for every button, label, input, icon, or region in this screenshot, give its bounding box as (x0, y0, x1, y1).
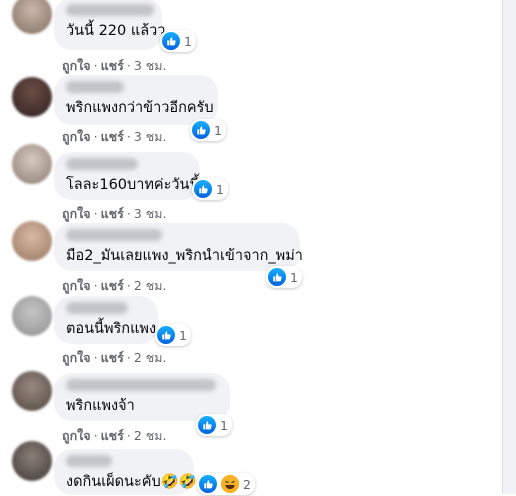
timestamp[interactable]: 2 ชม. (134, 350, 167, 365)
comment-bubble: โลละ160บาทค่ะวันนี้ (54, 152, 200, 200)
reaction-summary[interactable]: 1 (192, 178, 228, 200)
reaction-summary[interactable]: 1 (190, 119, 226, 141)
comment-text: งดกินเผ็ดนะคับ🤣🤣 (66, 474, 197, 490)
share-link[interactable]: แชร์ (101, 206, 124, 221)
comment-text: โลละ160บาทค่ะวันนี้ (66, 177, 200, 193)
timestamp[interactable]: 2 ชม. (134, 428, 167, 443)
comment-text: พริกแพงกว่าข้าวอีกครับ (66, 100, 214, 116)
reaction-count: 1 (220, 417, 228, 433)
like-icon (162, 32, 180, 50)
like-link[interactable]: ถูกใจ (62, 206, 91, 221)
reaction-summary[interactable]: 1 (266, 266, 302, 288)
comment-bubble: มือ2_มันเลยแพง_พริกนำเข้าจาก_พม่า (54, 223, 303, 271)
comment-actions: ถูกใจ · แชร์ · 2 ชม. (62, 278, 167, 293)
reaction-count: 1 (184, 33, 192, 49)
like-link[interactable]: ถูกใจ (62, 350, 91, 365)
share-link[interactable]: แชร์ (101, 58, 124, 73)
commenter-name-blurred[interactable] (66, 229, 162, 241)
reaction-count: 1 (179, 327, 187, 343)
timestamp[interactable]: 3 ชม. (134, 129, 167, 144)
comment-text: มือ2_มันเลยแพง_พริกนำเข้าจาก_พม่า (66, 248, 303, 264)
reaction-summary[interactable]: 1 (196, 414, 232, 436)
like-icon (192, 121, 210, 139)
avatar[interactable] (12, 441, 52, 481)
avatar[interactable] (12, 77, 52, 117)
reaction-summary[interactable]: 1 (160, 30, 196, 52)
like-icon (198, 416, 216, 434)
laugh-icon (221, 475, 239, 493)
timestamp[interactable]: 3 ชม. (134, 206, 167, 221)
comment-text: พริกแพงจ้า (66, 398, 135, 414)
comment-text: ตอนนี้พริกแพง (66, 321, 157, 337)
reaction-count: 1 (290, 269, 298, 285)
comment-actions: ถูกใจ · แชร์ · 2 ชม. (62, 428, 167, 443)
share-link[interactable]: แชร์ (101, 129, 124, 144)
comment-actions: ถูกใจ · แชร์ · 3 ชม. (62, 58, 167, 73)
comment-bubble: พริกแพงกว่าข้าวอีกครับ (54, 75, 218, 125)
like-icon (268, 268, 286, 286)
comment-actions: ถูกใจ · แชร์ · 3 ชม. (62, 129, 167, 144)
comment-text: วันนี้ 220 แล้วว (66, 23, 166, 39)
reaction-count: 1 (214, 122, 222, 138)
like-icon (199, 475, 217, 493)
comment-bubble: งดกินเผ็ดนะคับ🤣🤣 (54, 449, 197, 495)
reaction-count: 1 (216, 181, 224, 197)
scrollbar-track[interactable] (502, 0, 516, 494)
commenter-name-blurred[interactable] (66, 158, 138, 170)
avatar[interactable] (12, 144, 52, 184)
like-link[interactable]: ถูกใจ (62, 129, 91, 144)
reaction-summary[interactable]: 2 (197, 473, 255, 495)
like-icon (157, 326, 175, 344)
reaction-summary[interactable]: 1 (155, 324, 191, 346)
commenter-name-blurred[interactable] (66, 379, 216, 391)
avatar[interactable] (12, 221, 52, 261)
commenter-name-blurred[interactable] (66, 302, 128, 314)
like-link[interactable]: ถูกใจ (62, 58, 91, 73)
share-link[interactable]: แชร์ (101, 350, 124, 365)
comment-bubble: วันนี้ 220 แล้วว (54, 0, 166, 50)
like-link[interactable]: ถูกใจ (62, 278, 91, 293)
reaction-count: 2 (243, 476, 251, 492)
avatar[interactable] (12, 371, 52, 411)
timestamp[interactable]: 3 ชม. (134, 58, 167, 73)
commenter-name-blurred[interactable] (66, 4, 154, 16)
like-link[interactable]: ถูกใจ (62, 428, 91, 443)
avatar[interactable] (12, 296, 52, 336)
share-link[interactable]: แชร์ (101, 428, 124, 443)
avatar[interactable] (12, 0, 52, 34)
timestamp[interactable]: 2 ชม. (134, 278, 167, 293)
comment-bubble: ตอนนี้พริกแพง (54, 296, 158, 344)
like-icon (194, 180, 212, 198)
commenter-name-blurred[interactable] (66, 81, 124, 93)
commenter-name-blurred[interactable] (66, 455, 112, 467)
comment-actions: ถูกใจ · แชร์ · 2 ชม. (62, 350, 167, 365)
comment-actions: ถูกใจ · แชร์ · 3 ชม. (62, 206, 167, 221)
share-link[interactable]: แชร์ (101, 278, 124, 293)
